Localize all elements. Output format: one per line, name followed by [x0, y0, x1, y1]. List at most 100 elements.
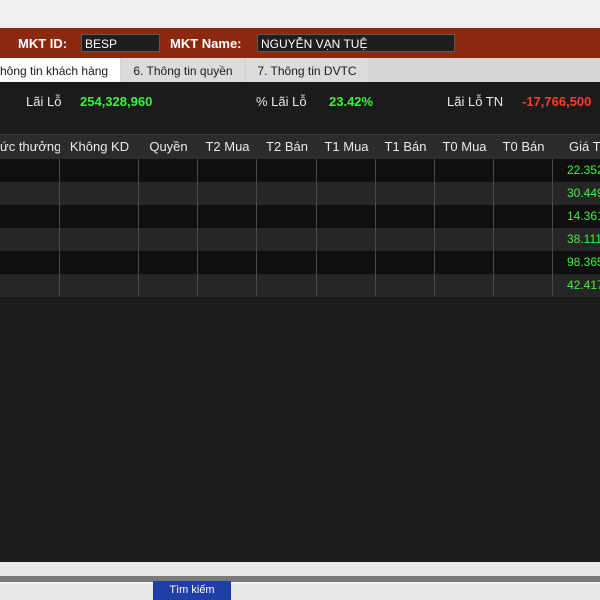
table-cell	[257, 182, 317, 205]
col-divider	[434, 159, 435, 296]
table-cell: 98.365	[567, 255, 600, 269]
table-cell	[198, 159, 257, 182]
table-cell	[376, 205, 435, 228]
tab-customer-info[interactable]: hông tin khách hàng	[0, 58, 120, 82]
col-divider	[375, 159, 376, 296]
tab-customer-info-label: hông tin khách hàng	[0, 64, 109, 78]
table-cell	[139, 274, 198, 297]
table-cell	[494, 159, 553, 182]
table-cell	[0, 274, 60, 297]
table-cell: 22.352	[567, 163, 600, 177]
table-cell	[60, 159, 139, 182]
table-cell	[0, 228, 60, 251]
table-cell	[60, 251, 139, 274]
table-cell: 14.361	[567, 209, 600, 223]
table-cell	[376, 159, 435, 182]
table-cell	[317, 159, 376, 182]
col-header-t0-sell[interactable]: T0 Bán	[494, 135, 553, 159]
pnl-pct-label: % Lãi Lỗ	[256, 94, 307, 109]
table-cell	[435, 251, 494, 274]
table-cell	[435, 228, 494, 251]
pnl-summary: Lãi Lỗ 254,328,960 % Lãi Lỗ 23.42% Lãi L…	[0, 82, 600, 122]
col-header-rights[interactable]: Quyền	[139, 135, 198, 159]
pnl-tn-value: -17,766,500	[522, 94, 592, 109]
table-row[interactable]: 30.449	[0, 182, 600, 205]
table-cell	[317, 274, 376, 297]
table-cell: 38.111	[567, 232, 600, 246]
tab-dvtc-info-label: 7. Thông tin DVTC	[257, 64, 357, 78]
table-row[interactable]: 22.352	[0, 159, 600, 182]
table-cell	[198, 228, 257, 251]
title-strip	[0, 0, 600, 28]
table-cell	[435, 274, 494, 297]
col-divider	[552, 159, 553, 296]
grid-header: ức thưởng Không KD Quyền T2 Mua T2 Bán T…	[0, 134, 600, 160]
table-cell	[0, 182, 60, 205]
mkt-name-field[interactable]: NGUYỄN VẠN TUỆ	[257, 34, 455, 52]
tab-rights-info[interactable]: 6. Thông tin quyền	[122, 58, 244, 82]
col-divider	[256, 159, 257, 296]
col-divider	[59, 159, 60, 296]
table-cell	[435, 182, 494, 205]
table-cell: 42.417	[567, 278, 600, 292]
mkt-id-field[interactable]: BESP	[81, 34, 160, 52]
col-divider	[138, 159, 139, 296]
table-cell	[435, 159, 494, 182]
table-row[interactable]: 42.417	[0, 274, 600, 297]
mkt-id-label: MKT ID:	[18, 36, 68, 51]
mkt-name-label: MKT Name:	[170, 36, 242, 51]
table-cell	[376, 274, 435, 297]
col-header-t1-buy[interactable]: T1 Mua	[317, 135, 376, 159]
account-header: MKT ID: BESP MKT Name: NGUYỄN VẠN TUỆ	[0, 28, 600, 58]
tab-rights-info-label: 6. Thông tin quyền	[133, 64, 233, 78]
col-header-bonus[interactable]: ức thưởng	[0, 135, 60, 159]
table-cell	[257, 159, 317, 182]
col-header-price[interactable]: Giá T	[553, 135, 600, 159]
table-cell	[494, 205, 553, 228]
table-cell	[494, 228, 553, 251]
table-row[interactable]: 38.111	[0, 228, 600, 251]
tab-dvtc-info[interactable]: 7. Thông tin DVTC	[246, 58, 368, 82]
table-cell	[494, 274, 553, 297]
pnl-pct-value: 23.42%	[329, 94, 374, 109]
table-cell	[317, 228, 376, 251]
table-cell	[139, 251, 198, 274]
table-cell	[257, 205, 317, 228]
table-cell	[494, 182, 553, 205]
table-cell	[198, 182, 257, 205]
table-cell	[0, 159, 60, 182]
table-cell	[317, 251, 376, 274]
table-cell	[317, 182, 376, 205]
table-cell	[0, 205, 60, 228]
search-button[interactable]: Tìm kiếm	[153, 581, 231, 600]
table-cell	[198, 274, 257, 297]
table-cell	[494, 251, 553, 274]
table-cell	[435, 205, 494, 228]
table-cell	[198, 205, 257, 228]
pnl-value: 254,328,960	[80, 94, 153, 109]
col-divider	[493, 159, 494, 296]
table-cell	[139, 182, 198, 205]
table-cell	[60, 274, 139, 297]
col-header-t2-sell[interactable]: T2 Bán	[257, 135, 317, 159]
table-row[interactable]: 98.365	[0, 251, 600, 274]
bottom-bar: Tìm kiếm	[0, 562, 600, 600]
table-cell	[0, 251, 60, 274]
table-cell	[257, 228, 317, 251]
table-row[interactable]: 14.361	[0, 205, 600, 228]
table-cell	[257, 251, 317, 274]
table-cell	[139, 205, 198, 228]
table-cell	[60, 205, 139, 228]
col-divider	[316, 159, 317, 296]
table-cell	[376, 182, 435, 205]
col-header-t2-buy[interactable]: T2 Mua	[198, 135, 257, 159]
table-cell	[139, 159, 198, 182]
table-cell: 30.449	[567, 186, 600, 200]
table-cell	[317, 205, 376, 228]
col-header-t1-sell[interactable]: T1 Bán	[376, 135, 435, 159]
col-header-non-tradable[interactable]: Không KD	[60, 135, 139, 159]
col-header-t0-buy[interactable]: T0 Mua	[435, 135, 494, 159]
holdings-grid: ức thưởng Không KD Quyền T2 Mua T2 Bán T…	[0, 134, 600, 562]
tab-bar: hông tin khách hàng 6. Thông tin quyền 7…	[0, 58, 600, 83]
table-cell	[257, 274, 317, 297]
